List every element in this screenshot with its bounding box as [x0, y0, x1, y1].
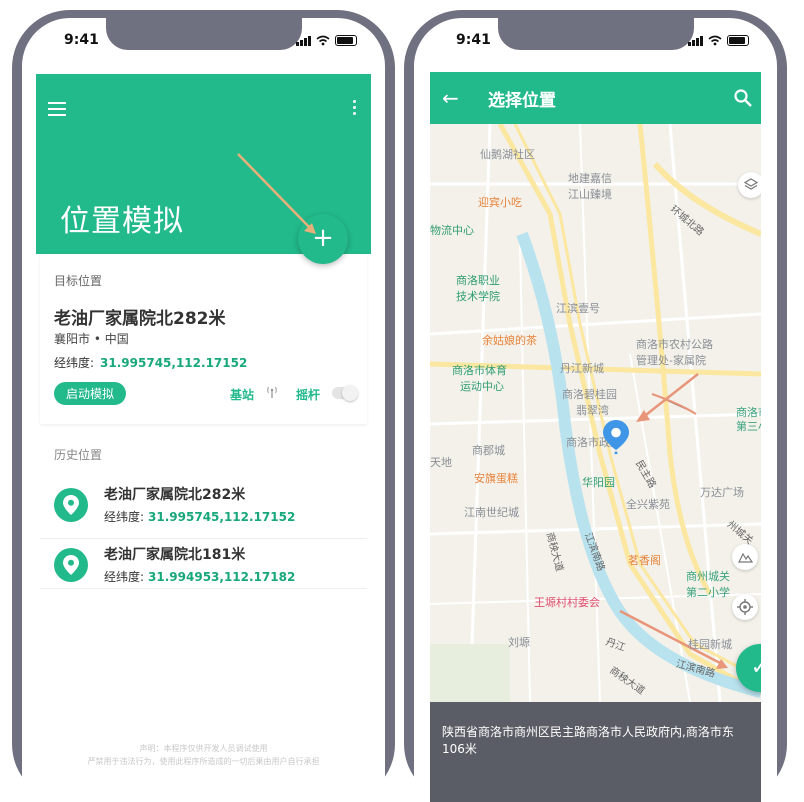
map-label: 王塬村村委会 — [534, 596, 600, 609]
map-label: 江滨壹号 — [556, 302, 600, 315]
map-label: 华阳园 — [582, 476, 615, 489]
disclaimer-line: 严禁用于违法行为，使用此程序所造成的一切后果由用户自行承担 — [87, 757, 320, 766]
wifi-icon — [316, 35, 330, 46]
history-item-title: 老油厂家属院北181米 — [104, 547, 246, 563]
divider — [40, 588, 367, 589]
history-item[interactable]: 老油厂家属院北181米 经纬度: 31.994953,112.17182 — [54, 542, 354, 594]
coord-value: 31.994953,112.17182 — [148, 570, 296, 584]
target-name: 老油厂家属院北282米 — [54, 309, 226, 329]
disclaimer: 声明：本程序仅供开发人员调试使用 严禁用于违法行为，使用此程序所造成的一切后果由… — [22, 742, 385, 768]
disclaimer-line: 声明：本程序仅供开发人员调试使用 — [139, 744, 268, 753]
map-label: 江南世纪城 — [464, 506, 519, 519]
selected-address: 陕西省商洛市商州区民主路商洛市人民政府内,商洛市东106米 — [442, 725, 734, 756]
battery-icon — [727, 35, 749, 46]
map-label: 江山臻境 — [568, 188, 612, 201]
battery-icon — [335, 35, 357, 46]
map-label: 地建嘉信 — [568, 172, 612, 185]
address-panel: 陕西省商洛市商州区民主路商洛市人民政府内,商洛市东106米 — [430, 702, 761, 802]
coord-label: 经纬度: — [104, 510, 145, 524]
status-bar: 9:41 — [22, 32, 385, 52]
page-title: 选择位置 — [488, 91, 556, 111]
search-icon[interactable] — [733, 88, 753, 108]
map-view[interactable]: 仙鹅湖社区 地建嘉信 江山臻境 迎宾小吃 物流中心 环城北路 商洛职业 技术学院… — [430, 124, 761, 702]
map-label: 刘塬 — [508, 636, 530, 649]
app-screen-main: 9:41 位置模拟 + 目标位置 老油厂家属院北282米 襄阳市 • 中国 经纬… — [22, 18, 385, 802]
map-label: 商洛市 — [736, 406, 761, 419]
target-location-card: 目标位置 老油厂家属院北282米 襄阳市 • 中国 经纬度: 31.995745,… — [40, 254, 367, 424]
map-label: 丹江新城 — [560, 362, 604, 375]
phone-frame-left: 9:41 位置模拟 + 目标位置 老油厂家属院北282米 襄阳市 • 中国 经纬… — [12, 10, 395, 802]
location-pin-icon — [54, 488, 88, 522]
map-label: 茗香阁 — [628, 554, 661, 567]
wifi-icon — [708, 35, 722, 46]
map-label: 管理处-家属院 — [636, 354, 706, 367]
locate-icon[interactable] — [732, 594, 758, 620]
annotation-arrow — [237, 153, 316, 234]
target-coordinates: 经纬度: 31.995745,112.17152 — [54, 354, 247, 371]
status-time: 9:41 — [64, 32, 99, 48]
map-label: 商洛职业 — [456, 274, 500, 287]
map-label: 万达广场 — [700, 486, 744, 499]
coord-value: 31.995745,112.17152 — [148, 510, 296, 524]
map-label: 商洛市农村公路 — [636, 338, 713, 351]
map-label: 余姑娘的茶 — [482, 334, 537, 347]
base-station-option[interactable]: 基站 — [230, 386, 254, 403]
map-label: 翡翠湾 — [576, 404, 609, 417]
app-screen-map: 9:41 ← 选择位置 仙鹅湖社区 地建嘉信 江山臻境 迎宾小吃 物流中心 环城… — [414, 18, 777, 802]
map-label: 全兴紫苑 — [626, 498, 670, 511]
divider — [40, 538, 367, 539]
back-arrow-icon[interactable]: ← — [442, 86, 459, 110]
phone-frame-right: 9:41 ← 选择位置 仙鹅湖社区 地建嘉信 江山臻境 迎宾小吃 物流中心 环城… — [404, 10, 787, 802]
location-pin-icon — [54, 548, 88, 582]
map-label: 商郡城 — [472, 444, 505, 457]
map-label: 商州城关 — [686, 570, 730, 583]
status-bar: 9:41 — [414, 32, 777, 52]
map-label: 安旗蛋糕 — [474, 472, 518, 485]
history-item-coordinates: 经纬度: 31.995745,112.17152 — [104, 508, 295, 525]
history-label: 历史位置 — [54, 448, 103, 462]
terrain-icon[interactable] — [732, 544, 758, 570]
map-label: 商洛市体育 — [452, 364, 507, 377]
history-item-coordinates: 经纬度: 31.994953,112.17182 — [104, 568, 295, 585]
coord-label: 经纬度: — [54, 356, 95, 370]
joystick-option[interactable]: 摇杆 — [296, 386, 320, 403]
map-label: 第二小学 — [686, 586, 730, 599]
joystick-toggle[interactable] — [332, 385, 358, 401]
map-label: 仙鹅湖社区 — [480, 148, 535, 161]
start-simulation-button[interactable]: 启动模拟 — [54, 382, 127, 405]
target-region: 襄阳市 • 中国 — [54, 332, 129, 346]
map-label: 技术学院 — [456, 290, 500, 303]
status-icons — [688, 35, 749, 46]
status-icons — [296, 35, 357, 46]
map-label: 迎宾小吃 — [478, 196, 522, 209]
coord-value: 31.995745,112.17152 — [100, 356, 248, 370]
antenna-icon — [265, 385, 279, 402]
coord-label: 经纬度: — [104, 570, 145, 584]
map-label: 物流中心 — [430, 224, 474, 237]
signal-icon — [296, 35, 311, 46]
map-label: 商洛碧桂园 — [562, 388, 617, 401]
map-label: 天地 — [430, 456, 452, 469]
map-label: 运动中心 — [460, 380, 504, 393]
history-item-title: 老油厂家属院北282米 — [104, 487, 246, 503]
layers-icon[interactable] — [738, 172, 761, 198]
map-label: 第三小学 — [736, 420, 761, 433]
status-time: 9:41 — [456, 32, 491, 48]
signal-icon — [688, 35, 703, 46]
map-label: 桂园新城 — [688, 638, 732, 651]
history-item[interactable]: 老油厂家属院北282米 经纬度: 31.995745,112.17152 — [54, 482, 354, 534]
location-pin-icon[interactable] — [603, 420, 629, 454]
map-toolbar: ← 选择位置 — [430, 72, 761, 124]
